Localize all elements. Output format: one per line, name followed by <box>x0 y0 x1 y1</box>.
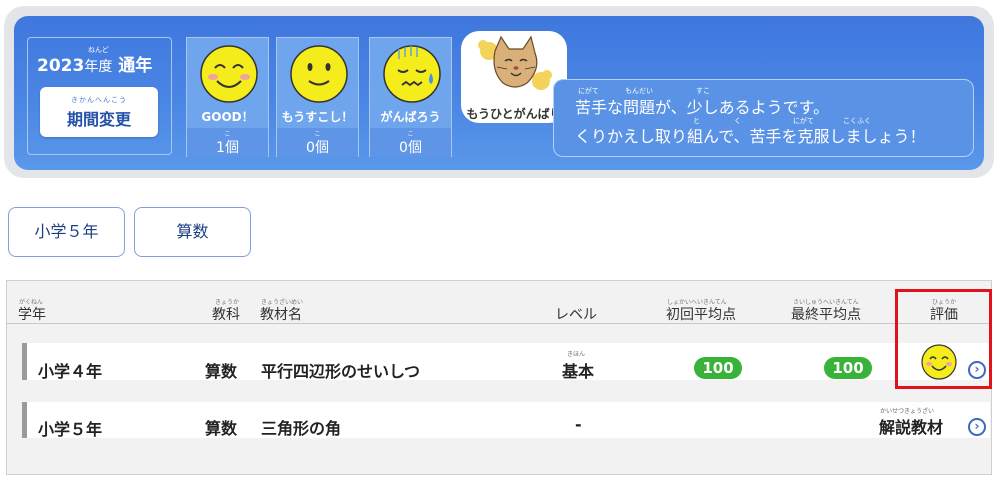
eval-count-area: こ 1個 <box>187 128 268 157</box>
smile-face-icon <box>200 45 258 103</box>
eval-count-more: 0個 <box>306 140 329 156</box>
row-grade: 小学４年 <box>38 362 103 381</box>
subject-filter-button[interactable]: 算数 <box>134 207 251 257</box>
row-level: 基本 <box>562 362 595 381</box>
header-first-avg: 初回平均点 <box>666 307 736 323</box>
year-number: 2023 <box>37 56 85 76</box>
eval-name-good: GOOD！ <box>201 110 254 124</box>
eval-card-try: がんばろう こ 0個 <box>369 37 452 157</box>
eval-count-try: 0個 <box>399 140 422 156</box>
year-unit: 年度 <box>84 59 113 75</box>
row-grade: 小学５年 <box>38 420 103 439</box>
eval-card-good: GOOD！ こ 1個 <box>186 37 269 157</box>
first-avg-score-badge: 100 <box>694 357 742 379</box>
cat-character-icon <box>478 35 552 90</box>
eval-card-more: もうすこし！ こ 0個 <box>276 37 359 157</box>
final-avg-score-badge: 100 <box>824 357 872 379</box>
header-divider <box>6 323 992 324</box>
row-subject: 算数 <box>205 419 238 438</box>
table-row[interactable] <box>22 402 990 438</box>
change-period-ruby: きかんへんこう <box>71 96 127 104</box>
header-subject: 教科 <box>212 307 240 323</box>
open-row-arrow-icon[interactable]: › <box>968 418 986 436</box>
year-kind: 通年 <box>118 56 153 76</box>
eval-count-area: こ 0個 <box>277 128 358 157</box>
header-final-avg: 最終平均点 <box>791 307 861 323</box>
eval-count-area: こ 0個 <box>370 128 451 157</box>
header-grade: 学年 <box>18 307 46 323</box>
rating-highlight-box <box>895 289 992 389</box>
eval-name-try: がんばろう <box>380 110 441 124</box>
row-accent-bar <box>22 343 27 380</box>
row-material: 平行四辺形のせいしつ <box>261 362 421 381</box>
change-period-button[interactable]: きかんへんこう 期間変更 <box>40 87 158 137</box>
row-level: - <box>575 415 582 434</box>
character-bubble: もうひとがんばり <box>461 31 567 123</box>
header-material: 教材名 <box>260 307 302 323</box>
change-period-label: 期間変更 <box>66 110 131 129</box>
grade-filter-button[interactable]: 小学５年 <box>8 207 125 257</box>
row-material: 三角形の角 <box>261 419 342 438</box>
row-rating-text: 解説教材 <box>879 418 944 437</box>
character-message-label: もうひとがんばり <box>466 107 562 121</box>
neutral-face-icon <box>290 45 348 103</box>
row-level-ruby: きほん <box>567 351 586 358</box>
sweat-face-icon <box>383 45 441 103</box>
row-subject: 算数 <box>205 362 238 381</box>
eval-count-good: 1個 <box>216 140 239 156</box>
row-accent-bar <box>22 402 27 438</box>
eval-name-more: もうすこし！ <box>281 110 354 124</box>
header-level: レベル <box>555 307 597 323</box>
year-title: 2023年度 通年 <box>37 51 152 76</box>
advice-message-line-2: くりかえし取り組んで、苦手を克服しましょう！ <box>575 127 926 146</box>
advice-message-line-1: 苦手な問題が、少しあるようです。 <box>575 98 830 117</box>
